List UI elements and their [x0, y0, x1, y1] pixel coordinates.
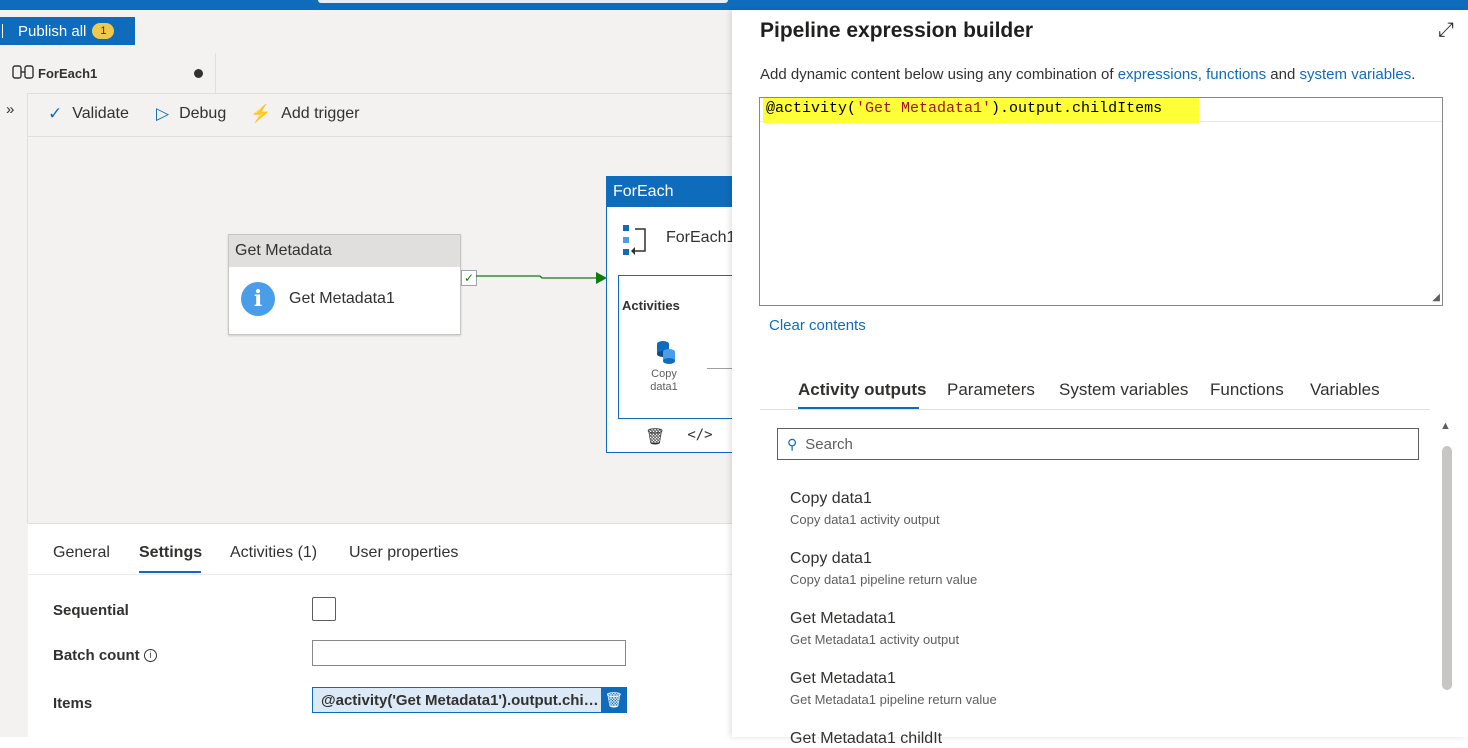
- list-item[interactable]: Get Metadata1 Get Metadata1 pipeline ret…: [790, 670, 997, 707]
- pipeline-toolbar: ✓ Validate ▷ Debug ⚡ Add trigger: [28, 94, 732, 137]
- copy-label-line1: Copy: [651, 368, 677, 380]
- collapsed-resources-pane: »: [0, 93, 28, 523]
- foreach-name: ForEach1: [666, 229, 736, 246]
- list-item[interactable]: Copy data1 Copy data1 pipeline return va…: [790, 550, 977, 587]
- global-search-box[interactable]: [318, 0, 728, 3]
- help-prefix: Add dynamic content below using any comb…: [760, 66, 1118, 83]
- play-icon: ▷: [156, 104, 170, 123]
- tab-functions[interactable]: Functions: [1210, 380, 1284, 400]
- tab-system-variables[interactable]: System variables: [1059, 380, 1188, 400]
- list-item[interactable]: Get Metadata1 Get Metadata1 activity out…: [790, 610, 959, 647]
- output-subtitle: Copy data1 pipeline return value: [790, 572, 978, 587]
- activity-action-bar: 🗑 </>: [645, 427, 713, 447]
- copy-label-line2: data1: [650, 381, 678, 393]
- batch-count-text: Batch count: [53, 647, 140, 664]
- debug-button[interactable]: ▷ Debug: [156, 94, 226, 134]
- expr-property-path: ).output.childItems: [991, 100, 1163, 117]
- foreach-inner-activities[interactable]: Activities Copy data1: [618, 275, 733, 419]
- activity-name: Get Metadata1: [289, 290, 395, 307]
- copy-data-label: Copy data1: [641, 368, 687, 394]
- items-dynamic-content[interactable]: @activity('Get Metadata1').output.childI…: [312, 687, 602, 713]
- list-item[interactable]: Get Metadata1 childIt: [790, 730, 942, 748]
- success-output-check-icon[interactable]: ✓: [461, 270, 477, 286]
- activity-type-header: Get Metadata: [229, 235, 460, 267]
- inner-activities-title: Activities: [622, 298, 680, 313]
- unsaved-dot-icon: [194, 69, 203, 78]
- copy-data-icon: [655, 340, 677, 369]
- system-variables-link[interactable]: system variables: [1300, 66, 1412, 83]
- resize-grip-icon[interactable]: ◢: [1432, 292, 1440, 303]
- help-mid: and: [1266, 66, 1300, 83]
- foreach-type-header: ForEach: [607, 177, 733, 207]
- expand-icon[interactable]: ⤢: [1438, 19, 1454, 42]
- tab-divider: [28, 574, 732, 575]
- tab-parameters[interactable]: Parameters: [947, 380, 1035, 400]
- delete-icon[interactable]: 🗑: [645, 427, 665, 447]
- top-bar: [0, 0, 1468, 10]
- output-title: Copy data1: [790, 490, 872, 507]
- output-subtitle: Copy data1 activity output: [790, 512, 940, 527]
- tab-foreach1[interactable]: ForEach1: [0, 53, 216, 93]
- tab-variables[interactable]: Variables: [1310, 380, 1380, 400]
- output-title: Get Metadata1: [790, 670, 896, 687]
- help-suffix: .: [1411, 66, 1416, 83]
- search-placeholder: Search: [805, 435, 853, 453]
- items-label: Items: [53, 695, 93, 712]
- scroll-up-arrow-icon[interactable]: ▲: [1440, 420, 1451, 432]
- batch-count-label: Batch count i: [53, 647, 157, 664]
- clear-contents-link[interactable]: Clear contents: [769, 317, 866, 334]
- output-title: Get Metadata1: [790, 610, 896, 627]
- info-icon: i: [241, 282, 275, 316]
- publish-all-button[interactable]: Publish all 1: [0, 17, 135, 45]
- help-text: Add dynamic content below using any comb…: [760, 66, 1415, 83]
- outputs-search-input[interactable]: ⚲ Search: [777, 428, 1419, 460]
- output-title: Copy data1: [790, 550, 872, 567]
- get-metadata-activity[interactable]: Get Metadata i Get Metadata1: [228, 234, 461, 335]
- expand-chevron-icon[interactable]: »: [6, 101, 14, 118]
- pipeline-icon: [12, 64, 38, 82]
- validate-label: Validate: [72, 105, 129, 122]
- success-connector-arrow[interactable]: [476, 270, 608, 286]
- expression-code[interactable]: @activity('Get Metadata1').output.childI…: [763, 98, 1200, 123]
- tab-activity-outputs[interactable]: Activity outputs: [798, 380, 926, 400]
- expression-editor[interactable]: @activity('Get Metadata1').output.childI…: [759, 97, 1443, 306]
- output-subtitle: Get Metadata1 activity output: [790, 632, 960, 647]
- panel-title: Pipeline expression builder: [760, 19, 1034, 42]
- output-subtitle: Get Metadata1 pipeline return value: [790, 692, 997, 707]
- inner-connector-line: [707, 368, 733, 369]
- sequential-label: Sequential: [53, 602, 129, 619]
- code-icon[interactable]: </>: [687, 427, 712, 447]
- lightning-icon: ⚡: [250, 104, 272, 123]
- expression-builder-panel: Pipeline expression builder ⤢ Add dynami…: [732, 10, 1468, 747]
- add-trigger-label: Add trigger: [281, 105, 360, 122]
- foreach-loop-icon: [621, 223, 651, 262]
- tab-title: ForEach1: [38, 65, 98, 81]
- output-title: Get Metadata1 childIt: [790, 730, 943, 747]
- publish-edge-icon: [2, 24, 6, 38]
- active-tab-indicator: [139, 571, 201, 573]
- tab-user-properties[interactable]: User properties: [349, 544, 458, 562]
- checkmark-icon: ✓: [48, 104, 63, 123]
- info-circle-icon[interactable]: i: [143, 649, 157, 662]
- validate-button[interactable]: ✓ Validate: [48, 94, 129, 134]
- expr-function: @activity(: [766, 100, 857, 117]
- add-trigger-button[interactable]: ⚡ Add trigger: [250, 94, 359, 134]
- tab-divider: [760, 409, 1430, 410]
- trash-icon[interactable]: 🗑: [601, 687, 627, 713]
- debug-label: Debug: [179, 105, 227, 122]
- properties-panel: General Settings Activities (1) User pro…: [28, 523, 732, 738]
- tab-settings[interactable]: Settings: [139, 544, 202, 562]
- publish-all-label: Publish all: [18, 22, 87, 40]
- foreach-activity[interactable]: ForEach ForEach1 Activities Copy data1 🗑…: [606, 176, 736, 453]
- search-icon: ⚲: [787, 435, 798, 452]
- sequential-checkbox[interactable]: [312, 597, 336, 621]
- expr-string-arg: 'Get Metadata1': [856, 100, 992, 117]
- tab-general[interactable]: General: [53, 544, 110, 562]
- publish-count-badge: 1: [92, 23, 115, 39]
- scrollbar-thumb[interactable]: [1442, 446, 1452, 690]
- list-item[interactable]: Copy data1 Copy data1 activity output: [790, 490, 940, 527]
- tab-activities[interactable]: Activities (1): [230, 544, 317, 562]
- expressions-functions-link[interactable]: expressions, functions: [1118, 66, 1266, 83]
- batch-count-input[interactable]: [312, 640, 626, 666]
